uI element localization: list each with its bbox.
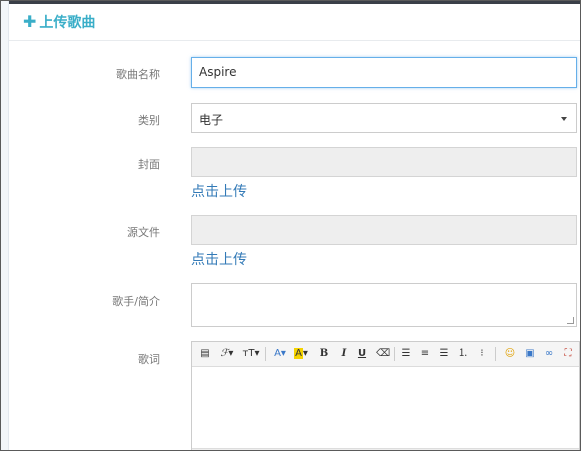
font-family-icon[interactable]: ℱ▾ xyxy=(218,346,236,362)
cover-label: 封面 xyxy=(138,158,160,171)
panel-header: ✚ 上传歌曲 xyxy=(9,4,580,41)
song-name-input[interactable]: Aspire xyxy=(191,57,577,88)
lyrics-editor[interactable]: ▤ ℱ▾ тT▾ A▾ A▾ B I U ⌫ ☰ ≡ ☰ ⒈ ⁝ ☺ ▣ ∞ ⛶ xyxy=(191,341,580,450)
font-size-icon[interactable]: тT▾ xyxy=(242,346,260,362)
source-file-upload-link[interactable]: 点击上传 xyxy=(191,249,247,269)
cover-path-field xyxy=(191,147,577,177)
italic-icon[interactable]: I xyxy=(339,346,349,362)
cover-upload-link[interactable]: 点击上传 xyxy=(191,181,247,201)
song-name-label: 歌曲名称 xyxy=(116,68,160,81)
chevron-down-icon xyxy=(561,117,567,121)
unordered-list-icon[interactable]: ⁝ xyxy=(476,346,488,362)
align-center-icon[interactable]: ≡ xyxy=(419,346,431,362)
form-window: ✚ 上传歌曲 歌曲名称 Aspire 类别 电子 封面 点击上传 源文件 点击上传… xyxy=(0,0,581,451)
category-select[interactable]: 电子 xyxy=(191,103,577,133)
lyrics-label: 歌词 xyxy=(138,353,160,366)
fullscreen-icon[interactable]: ⛶ xyxy=(561,346,575,362)
toolbar-divider xyxy=(265,347,266,361)
singer-intro-textarea[interactable] xyxy=(191,283,577,327)
ordered-list-icon[interactable]: ⒈ xyxy=(457,346,469,362)
singer-intro-label: 歌手/简介 xyxy=(112,295,160,308)
sidebar-edge xyxy=(1,1,9,450)
source-file-path-field xyxy=(191,215,577,245)
align-left-icon[interactable]: ☰ xyxy=(400,346,412,362)
toolbar-divider xyxy=(495,347,496,361)
resize-handle-icon[interactable] xyxy=(567,317,574,324)
source-icon[interactable]: ▤ xyxy=(198,346,212,362)
panel-title: ✚ 上传歌曲 xyxy=(23,12,95,32)
eraser-icon[interactable]: ⌫ xyxy=(376,346,390,362)
song-name-value: Aspire xyxy=(199,65,237,79)
editor-toolbar: ▤ ℱ▾ тT▾ A▾ A▾ B I U ⌫ ☰ ≡ ☰ ⒈ ⁝ ☺ ▣ ∞ ⛶ xyxy=(192,342,579,367)
source-file-label: 源文件 xyxy=(127,226,160,239)
emoji-icon[interactable]: ☺ xyxy=(503,346,517,362)
align-right-icon[interactable]: ☰ xyxy=(438,346,450,362)
category-label: 类别 xyxy=(138,114,160,127)
panel-title-text: 上传歌曲 xyxy=(39,15,96,31)
underline-icon[interactable]: U xyxy=(357,346,367,362)
link-icon[interactable]: ∞ xyxy=(542,346,556,362)
image-icon[interactable]: ▣ xyxy=(523,346,537,362)
bold-icon[interactable]: B xyxy=(319,346,329,362)
highlight-icon[interactable]: A▾ xyxy=(293,346,309,362)
font-color-icon[interactable]: A▾ xyxy=(272,346,288,362)
toolbar-divider xyxy=(394,347,395,361)
category-value: 电子 xyxy=(199,113,224,127)
plus-icon: ✚ xyxy=(23,12,37,31)
